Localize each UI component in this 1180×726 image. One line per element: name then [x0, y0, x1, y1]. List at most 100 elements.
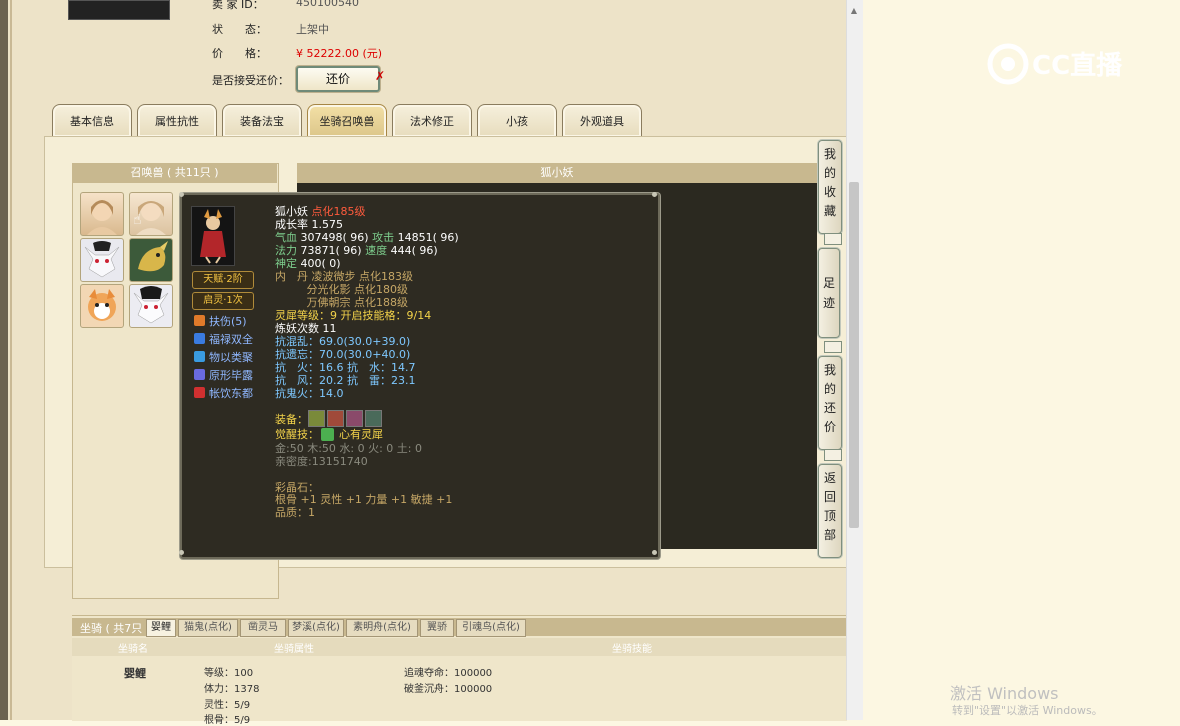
- equip-slot-3-icon: [346, 410, 363, 427]
- logo-text: CC直播: [1032, 51, 1123, 81]
- price-label: 价 格：: [212, 47, 267, 60]
- mount-skill-2: 破釜沉舟：100000: [404, 684, 493, 695]
- tooltip-name-line: 狐小妖 点化185级: [275, 205, 366, 218]
- price-value: ¥ 52222.00 (元): [296, 47, 383, 60]
- tab-attribute-resistance[interactable]: 属性抗性: [137, 104, 217, 137]
- my-favorites-button[interactable]: 我的收藏: [818, 140, 842, 234]
- mount-col-skill: 坐骑技能: [612, 644, 652, 655]
- mount-count-label: 坐骑 ( 共7只: [80, 622, 143, 635]
- pet-avatar-6[interactable]: [129, 284, 173, 328]
- side-nav-connector: [824, 449, 842, 461]
- tooltip-intimacy: 亲密度:13151740: [275, 455, 368, 468]
- tooltip-corner: [652, 550, 657, 555]
- scroll-up-arrow-icon[interactable]: ▲: [849, 6, 859, 16]
- seller-id-label: 卖 家 ID：: [212, 0, 264, 11]
- tooltip-elements: 金:50 木:50 水: 0 火: 0 土: 0: [275, 442, 422, 455]
- pet-avatar-3[interactable]: [80, 238, 124, 282]
- mount-column-header: [72, 638, 847, 656]
- tooltip-hp-atk: 气血 307498( 96) 攻击 14851( 96): [275, 231, 459, 244]
- talent-badge: 天赋·2阶: [192, 271, 254, 289]
- tooltip-def: 神定 400( 0): [275, 257, 341, 270]
- skill-item: 原形毕露: [194, 368, 253, 384]
- mount-name: 婴鲤: [124, 667, 146, 680]
- pet-avatar-4[interactable]: [129, 238, 173, 282]
- pet-avatar-1[interactable]: [80, 192, 124, 236]
- status-value: 上架中: [296, 23, 329, 36]
- skill-fushang-icon: [194, 315, 205, 326]
- pet-detail-header: 狐小妖: [297, 163, 817, 183]
- tab-equipment[interactable]: 装备法宝: [222, 104, 302, 137]
- pet-portrait: [191, 206, 235, 266]
- tooltip-lingxi: 灵犀等级：9 开启技能格：9/14: [275, 309, 432, 322]
- tab-spell-correction[interactable]: 法术修正: [392, 104, 472, 137]
- tooltip-resist-wind-thunder: 抗 风：20.2 抗 雷：23.1: [275, 374, 416, 387]
- skill-item: 物以类聚: [194, 350, 253, 366]
- tooltip-neidan-3: 万佛朝宗 点化188级: [275, 296, 408, 309]
- mount-tab[interactable]: 猫鬼(点化): [178, 619, 238, 637]
- mount-tab[interactable]: 引魂鸟(点化): [456, 619, 526, 637]
- skill-wuyi-icon: [194, 351, 205, 362]
- cursor-hand-icon: ☝: [133, 212, 142, 228]
- tooltip-neidan-1: 内 丹 凌波微步 点化183级: [275, 270, 413, 283]
- footprint-button[interactable]: 足迹: [818, 248, 840, 338]
- tooltip-lianyao: 炼妖次数 11: [275, 322, 337, 335]
- skill-item: 帐饮东都: [194, 386, 253, 402]
- skill-zhangyin-icon: [194, 387, 205, 398]
- tooltip-awaken-label: 觉醒技：: [275, 428, 319, 441]
- tooltip-shadow-value: 根骨 +1 灵性 +1 力量 +1 敏捷 +1: [275, 493, 453, 506]
- tooltip-equip-label: 装备：: [275, 413, 308, 426]
- tooltip-corner: [652, 192, 657, 197]
- counter-offer-button[interactable]: 还价: [296, 66, 380, 92]
- tooltip-resist-forget: 抗遗忘：70.0(30.0+40.0): [275, 348, 411, 361]
- windows-activation-subtitle: 转到"设置"以激活 Windows。: [952, 704, 1103, 717]
- skill-yuanxing-icon: [194, 369, 205, 380]
- tab-child[interactable]: 小孩: [477, 104, 557, 137]
- item-thumbnail: [68, 0, 170, 20]
- mount-tab[interactable]: 素明舟(点化): [346, 619, 418, 637]
- mount-stamina: 体力：1378: [204, 684, 260, 695]
- counter-offer-close-icon: ✗: [375, 69, 386, 83]
- tooltip-mp-spd: 法力 73871( 96) 速度 444( 96): [275, 244, 438, 257]
- right-blank-area: [863, 0, 1180, 720]
- side-nav-connector: [824, 341, 842, 353]
- status-label: 状 态：: [212, 23, 267, 36]
- tooltip-awaken-value: 心有灵犀: [339, 428, 383, 441]
- mount-tab[interactable]: 梦溪(点化): [288, 619, 344, 637]
- tooltip-neidan-2: 分光化影 点化180级: [275, 283, 408, 296]
- pet-list-header: 召唤兽 ( 共11只 ): [72, 163, 277, 183]
- tooltip-growth: 成长率 1.575: [275, 218, 343, 231]
- qiling-badge: 启灵·1次: [192, 292, 254, 310]
- seller-id-value: 450100540: [296, 0, 359, 9]
- tab-mount-summon[interactable]: 坐骑召唤兽: [307, 104, 387, 137]
- my-counter-offers-button[interactable]: 我的还价: [818, 356, 842, 450]
- tooltip-corner: [179, 550, 184, 555]
- mount-tab[interactable]: 婴鲤: [146, 619, 176, 637]
- equip-slot-4-icon: [365, 410, 382, 427]
- skill-item: 扶伤(5): [194, 314, 247, 330]
- mount-skill-1: 追魂夺命：100000: [404, 668, 493, 679]
- awaken-skill-icon: [321, 428, 334, 441]
- tooltip-resist-fire-water: 抗 火：16.6 抗 水：14.7: [275, 361, 416, 374]
- mount-col-name: 坐骑名: [118, 644, 148, 655]
- tooltip-corner: [179, 192, 184, 197]
- equip-slot-1-icon: [308, 410, 325, 427]
- counter-offer-label: 是否接受还价：: [212, 74, 289, 87]
- back-to-top-button[interactable]: 返回顶部: [818, 464, 842, 558]
- mount-spirit: 灵性：5/9: [204, 700, 251, 711]
- left-border: [0, 0, 8, 720]
- mount-tab[interactable]: 翼骄: [420, 619, 454, 637]
- skill-item: 福禄双全: [194, 332, 253, 348]
- tab-appearance-items[interactable]: 外观道具: [562, 104, 642, 137]
- tab-basic-info[interactable]: 基本信息: [52, 104, 132, 137]
- tooltip-quality: 品质：1: [275, 506, 315, 519]
- scrollbar-thumb[interactable]: [849, 182, 859, 528]
- tooltip-resist-chaos: 抗混乱：69.0(30.0+39.0): [275, 335, 411, 348]
- tooltip-resist-ghost: 抗鬼火：14.0: [275, 387, 344, 400]
- mount-tab[interactable]: 凿灵马: [240, 619, 286, 637]
- mount-bone: 根骨：5/9: [204, 715, 251, 726]
- windows-activation-title: 激活 Windows: [950, 684, 1059, 703]
- mount-level: 等级：100: [204, 668, 254, 679]
- side-nav-connector: [824, 233, 842, 245]
- inner-border: [10, 0, 12, 720]
- pet-avatar-5[interactable]: [80, 284, 124, 328]
